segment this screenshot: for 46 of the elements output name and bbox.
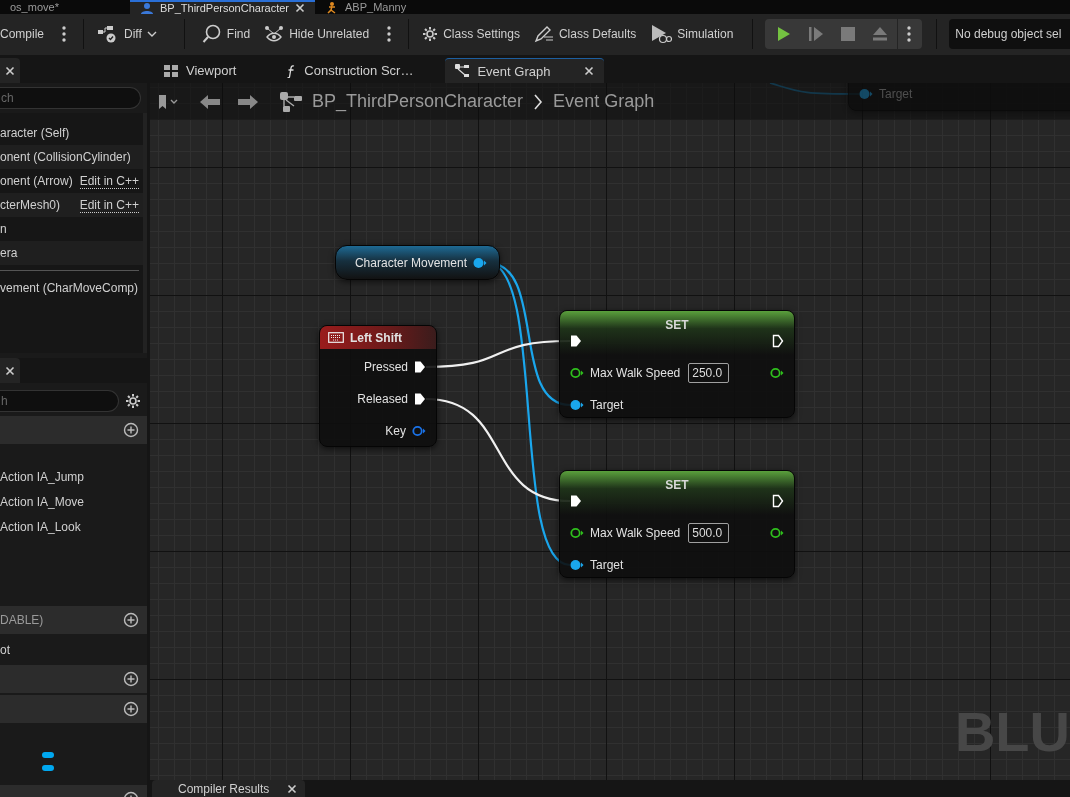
edit-link[interactable]: Edit in C++ — [79, 173, 139, 189]
component-item[interactable]: n — [0, 220, 7, 239]
pin-label: Target — [590, 557, 624, 575]
document-tab[interactable]: os_move* — [0, 0, 130, 14]
component-item[interactable]: aracter (Self) — [0, 124, 70, 143]
component-item[interactable]: cterMesh0) — [0, 196, 61, 215]
pin-label: Key — [385, 423, 406, 441]
breadcrumb-item[interactable]: Event Graph — [553, 88, 655, 116]
document-tab[interactable]: ABP_Manny — [315, 0, 417, 14]
blueprint-item[interactable]: Action IA_Move — [0, 489, 147, 515]
pin-label: Target — [590, 397, 624, 415]
component-item[interactable]: era — [0, 244, 18, 263]
node-title: SET — [665, 318, 689, 333]
breadcrumb-item[interactable]: BP_ThirdPersonCharacter — [312, 88, 524, 116]
toolbar-button[interactable]: Find — [196, 20, 256, 49]
graph-tab[interactable]: Event Graph — [445, 58, 605, 84]
pin-label: Target — [879, 86, 913, 104]
toolbar-button[interactable]: Class Settings — [417, 21, 525, 48]
pin-label: Released — [357, 391, 408, 409]
node-title: Character Movement — [354, 254, 467, 272]
search-field[interactable]: ch — [0, 87, 141, 110]
edit-link[interactable]: Edit in C++ — [79, 197, 139, 213]
toolbar-button[interactable]: Simulation — [645, 20, 739, 49]
pin-label: Max Walk Speed — [590, 365, 681, 383]
node-title: Left Shift — [350, 329, 402, 347]
document-tab[interactable]: BP_ThirdPersonCharacter — [130, 0, 315, 14]
search-field[interactable]: h — [0, 390, 119, 413]
diff-dropdown[interactable]: Diff — [92, 21, 162, 48]
section-header[interactable]: DABLE) — [0, 611, 44, 630]
debug-dropdown[interactable]: No debug object sel — [949, 19, 1070, 50]
toolbar-button[interactable]: Class Defaults — [528, 21, 642, 48]
pin-label: Max Walk Speed — [590, 525, 681, 543]
component-item[interactable]: vement (CharMoveComp) — [0, 279, 139, 298]
blueprint-item[interactable]: Action IA_Look — [0, 514, 147, 540]
value-field[interactable]: 500.0 — [688, 523, 730, 544]
graph-tab[interactable]: Construction Scr… — [276, 58, 424, 84]
component-item[interactable]: onent (Arrow) — [0, 172, 73, 191]
toolbar-button[interactable]: Compile — [0, 21, 49, 48]
graph-tab[interactable]: Viewport — [154, 58, 247, 84]
blueprint-item[interactable]: Action IA_Jump — [0, 464, 147, 490]
blueprint-item[interactable]: ot — [0, 637, 147, 663]
value-field[interactable]: 250.0 — [688, 363, 730, 384]
toolbar-button[interactable]: Hide Unrelated — [259, 21, 375, 48]
node-title: SET — [665, 478, 689, 493]
bottom-tab[interactable]: Compiler Results — [152, 780, 306, 797]
pin-label: Pressed — [363, 359, 408, 377]
